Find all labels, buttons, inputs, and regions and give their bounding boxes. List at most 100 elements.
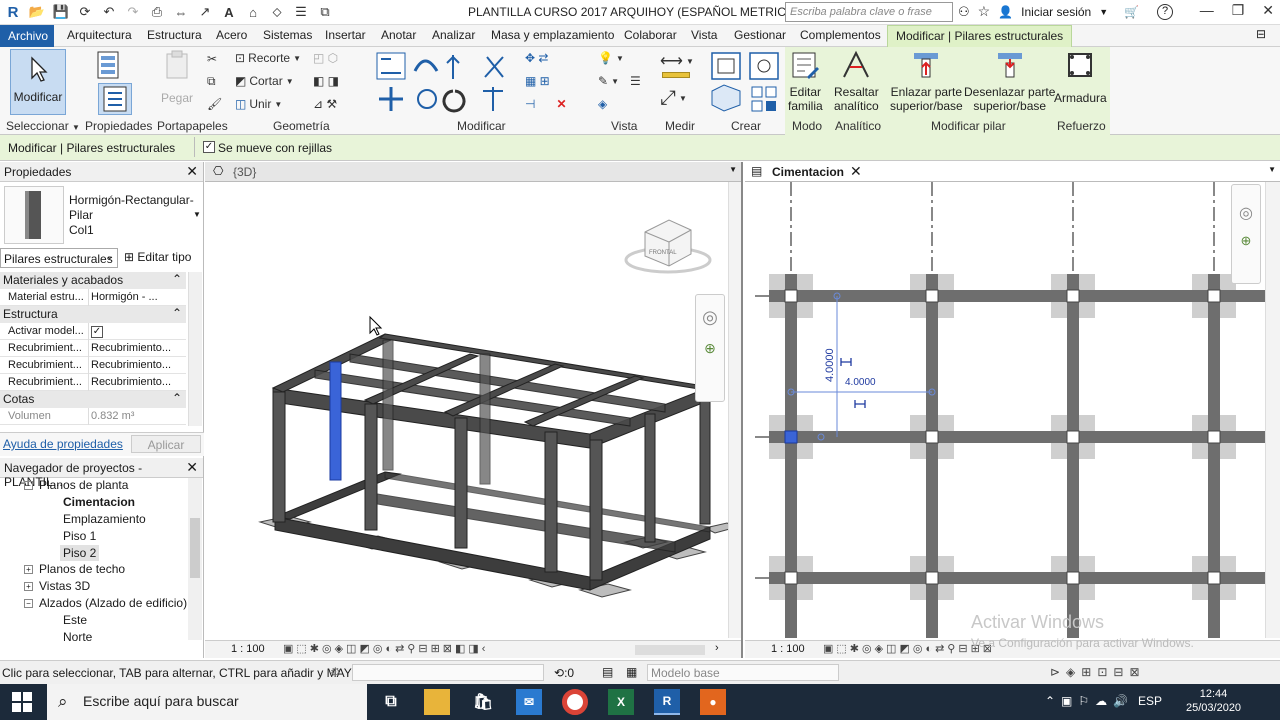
view3d-scrollbar[interactable] bbox=[728, 182, 741, 638]
move-with-grids-checkbox[interactable]: ✓ bbox=[203, 141, 215, 153]
geometry-tool-1[interactable]: ◰ ⬡ bbox=[313, 51, 338, 65]
plan-tab[interactable]: ▤ Cimentacion ✕ ▼ bbox=[745, 162, 1280, 182]
tab-analizar[interactable]: Analizar bbox=[432, 28, 475, 42]
print-icon[interactable]: ⎙ bbox=[148, 3, 166, 21]
close-icon[interactable]: ✕ bbox=[1262, 2, 1274, 19]
tree-cimentacion[interactable]: Cimentacion bbox=[63, 495, 135, 509]
type-dropdown-icon[interactable]: ▼ bbox=[193, 210, 201, 219]
plan-tab-close-icon[interactable]: ✕ bbox=[850, 163, 862, 180]
scale-tools[interactable]: ⊣ ✕ bbox=[525, 97, 567, 111]
prop-recubrimiento-1[interactable]: Recubrimient... Recubrimiento... bbox=[0, 340, 186, 357]
view3d-tab[interactable]: ⎔ {3D} ▼ bbox=[205, 162, 741, 182]
mail-icon[interactable]: ✉ bbox=[516, 689, 542, 715]
view3d-scale[interactable]: 1 : 100 bbox=[231, 643, 265, 655]
undo-icon[interactable]: ↶ bbox=[100, 3, 118, 21]
maximize-icon[interactable]: ❐ bbox=[1232, 2, 1245, 19]
armadura-button[interactable]: Armadura bbox=[1054, 49, 1107, 105]
prop-material[interactable]: Material estru... Hormigón - ... bbox=[0, 289, 186, 306]
design-options-icon[interactable]: ▤ bbox=[602, 665, 613, 679]
tree-vistas-3d[interactable]: + Vistas 3D bbox=[24, 579, 90, 593]
file-explorer-icon[interactable] bbox=[424, 689, 450, 715]
plan-control-icons[interactable]: ▣⬚✱◎◈◫◩◎◐⇄⚲⊟⊞⊠ bbox=[823, 642, 995, 655]
delete-icon[interactable]: ✕ bbox=[556, 97, 566, 111]
open-icon[interactable]: 📂 bbox=[28, 3, 46, 21]
tab-insertar[interactable]: Insertar bbox=[325, 28, 366, 42]
revit-taskbar-icon[interactable]: R bbox=[654, 689, 680, 715]
properties-close-icon[interactable]: ✕ bbox=[186, 163, 198, 180]
tree-emplazamiento[interactable]: Emplazamiento bbox=[63, 512, 146, 526]
text-icon[interactable]: A bbox=[220, 3, 238, 21]
plan-scrollbar[interactable] bbox=[1265, 182, 1280, 638]
workset-icon[interactable]: ⚙ bbox=[330, 665, 341, 679]
cortar-button[interactable]: ◩ Cortar ▼ bbox=[235, 74, 294, 88]
tab-masa[interactable]: Masa y emplazamiento bbox=[491, 28, 614, 42]
navigation-bar[interactable]: ◎ ⊕ bbox=[695, 294, 725, 402]
editing-requests[interactable]: ⟲:0 bbox=[554, 666, 574, 680]
prop-recubrimiento-3[interactable]: Recubrimient... Recubrimiento... bbox=[0, 374, 186, 391]
save-icon[interactable]: 💾 bbox=[52, 3, 70, 21]
store-icon[interactable]: 🛍 bbox=[470, 689, 496, 715]
plan-zoom-icon[interactable]: ⊕ bbox=[1232, 233, 1260, 249]
view3d-scroll-right[interactable]: › bbox=[715, 642, 719, 654]
tree-norte[interactable]: Norte bbox=[63, 630, 92, 644]
prop-activar[interactable]: Activar model... ✓ bbox=[0, 323, 186, 340]
section-cotas[interactable]: Cotas ⌃ bbox=[0, 391, 186, 408]
activar-checkbox[interactable]: ✓ bbox=[91, 326, 103, 338]
geometry-tool-3[interactable]: ⊿ ⚒ bbox=[313, 97, 337, 111]
user-icon[interactable]: 👤 bbox=[998, 5, 1013, 19]
view-plan[interactable]: ▤ Cimentacion ✕ ▼ 4.0000 4.0000 ◎ ⊕ Acti… bbox=[745, 162, 1280, 658]
tab-acero[interactable]: Acero bbox=[216, 28, 247, 42]
task-view-icon[interactable]: ⧉ bbox=[378, 689, 404, 715]
browser-close-icon[interactable]: ✕ bbox=[186, 459, 198, 476]
measure-tool[interactable]: ⟷ ▼ bbox=[660, 51, 694, 71]
sign-in-link[interactable]: Iniciar sesión bbox=[1021, 5, 1091, 19]
thin-lines-icon[interactable]: ☰ bbox=[292, 3, 310, 21]
cart-icon[interactable]: 🛒 bbox=[1124, 5, 1139, 19]
section-estructura[interactable]: Estructura ⌃ bbox=[0, 306, 186, 323]
revit-logo-icon[interactable]: R bbox=[4, 3, 22, 21]
pegar-button[interactable]: Pegar bbox=[161, 49, 193, 105]
filter-tool[interactable]: ☰ bbox=[630, 74, 641, 88]
redo-icon[interactable]: ↷ bbox=[124, 3, 142, 21]
selection-filter-icons[interactable]: ⊳◈⊞⊡⊟⊠ bbox=[1050, 665, 1146, 679]
tab-vista[interactable]: Vista bbox=[691, 28, 717, 42]
browser-scrollbar[interactable] bbox=[188, 478, 202, 640]
zoom-icon[interactable]: ⊕ bbox=[696, 340, 724, 357]
excel-icon[interactable]: X bbox=[608, 689, 634, 715]
section-icon[interactable]: ⬦ bbox=[268, 3, 286, 21]
minimize-icon[interactable]: — bbox=[1200, 2, 1214, 19]
resaltar-analitico-button[interactable]: Resaltar analítico bbox=[834, 49, 879, 113]
sync-icon[interactable]: ⟳ bbox=[76, 3, 94, 21]
3d-view-icon[interactable]: ⌂ bbox=[244, 3, 262, 21]
view-3d[interactable]: ⎔ {3D} ▼ FRONTAL ◎ ⊕ 1: 100 ▣⬚✱◎◈◫◩◎◐⇄⚲… bbox=[205, 162, 743, 658]
tab-archivo[interactable]: Archivo bbox=[0, 25, 54, 47]
category-filter-select[interactable]: Pilares estructurales ⌄ bbox=[0, 248, 118, 268]
plan-scale[interactable]: 1 : 100 bbox=[771, 643, 805, 655]
array-tools[interactable]: ▦ ⊞ bbox=[525, 74, 550, 88]
tab-anotar[interactable]: Anotar bbox=[381, 28, 416, 42]
view-cube[interactable]: FRONTAL bbox=[624, 219, 712, 274]
tab-sistemas[interactable]: Sistemas bbox=[263, 28, 312, 42]
design-option-icon[interactable]: ▦ bbox=[626, 665, 637, 679]
hide-tool[interactable]: 💡 ▼ bbox=[598, 51, 624, 65]
tab-colaborar[interactable]: Colaborar bbox=[624, 28, 677, 42]
workset-select[interactable] bbox=[352, 664, 544, 681]
tab-complementos[interactable]: Complementos bbox=[800, 28, 881, 42]
help-icon[interactable]: ? bbox=[1157, 3, 1174, 20]
desenlazar-button[interactable]: Desenlazar parte superior/base bbox=[964, 49, 1055, 113]
ribbon-toggle-icon[interactable]: ⊟ bbox=[1256, 27, 1266, 41]
view3d-menu-icon[interactable]: ▼ bbox=[729, 165, 737, 174]
match-small-button[interactable]: 🖌 bbox=[207, 97, 222, 111]
group-seleccionar[interactable]: Seleccionar ▼ bbox=[6, 119, 80, 133]
linework-tool[interactable]: ◈ bbox=[598, 97, 607, 111]
tab-estructura[interactable]: Estructura bbox=[147, 28, 202, 42]
plan-navigation-bar[interactable]: ◎ ⊕ bbox=[1231, 184, 1261, 284]
edit-type-button[interactable]: ⊞ Editar tipo bbox=[124, 250, 191, 264]
chrome-icon[interactable] bbox=[562, 689, 588, 715]
tree-piso1[interactable]: Piso 1 bbox=[63, 529, 96, 543]
editar-familia-button[interactable]: Editar familia bbox=[788, 49, 823, 113]
tree-planos-techo[interactable]: + Planos de techo bbox=[24, 562, 125, 576]
tray-clock[interactable]: 12:44 25/03/2020 bbox=[1186, 687, 1241, 715]
taskbar-search[interactable]: Escribe aquí para buscar bbox=[47, 684, 367, 720]
geometry-tool-2[interactable]: ◧ ◨ bbox=[313, 74, 339, 88]
